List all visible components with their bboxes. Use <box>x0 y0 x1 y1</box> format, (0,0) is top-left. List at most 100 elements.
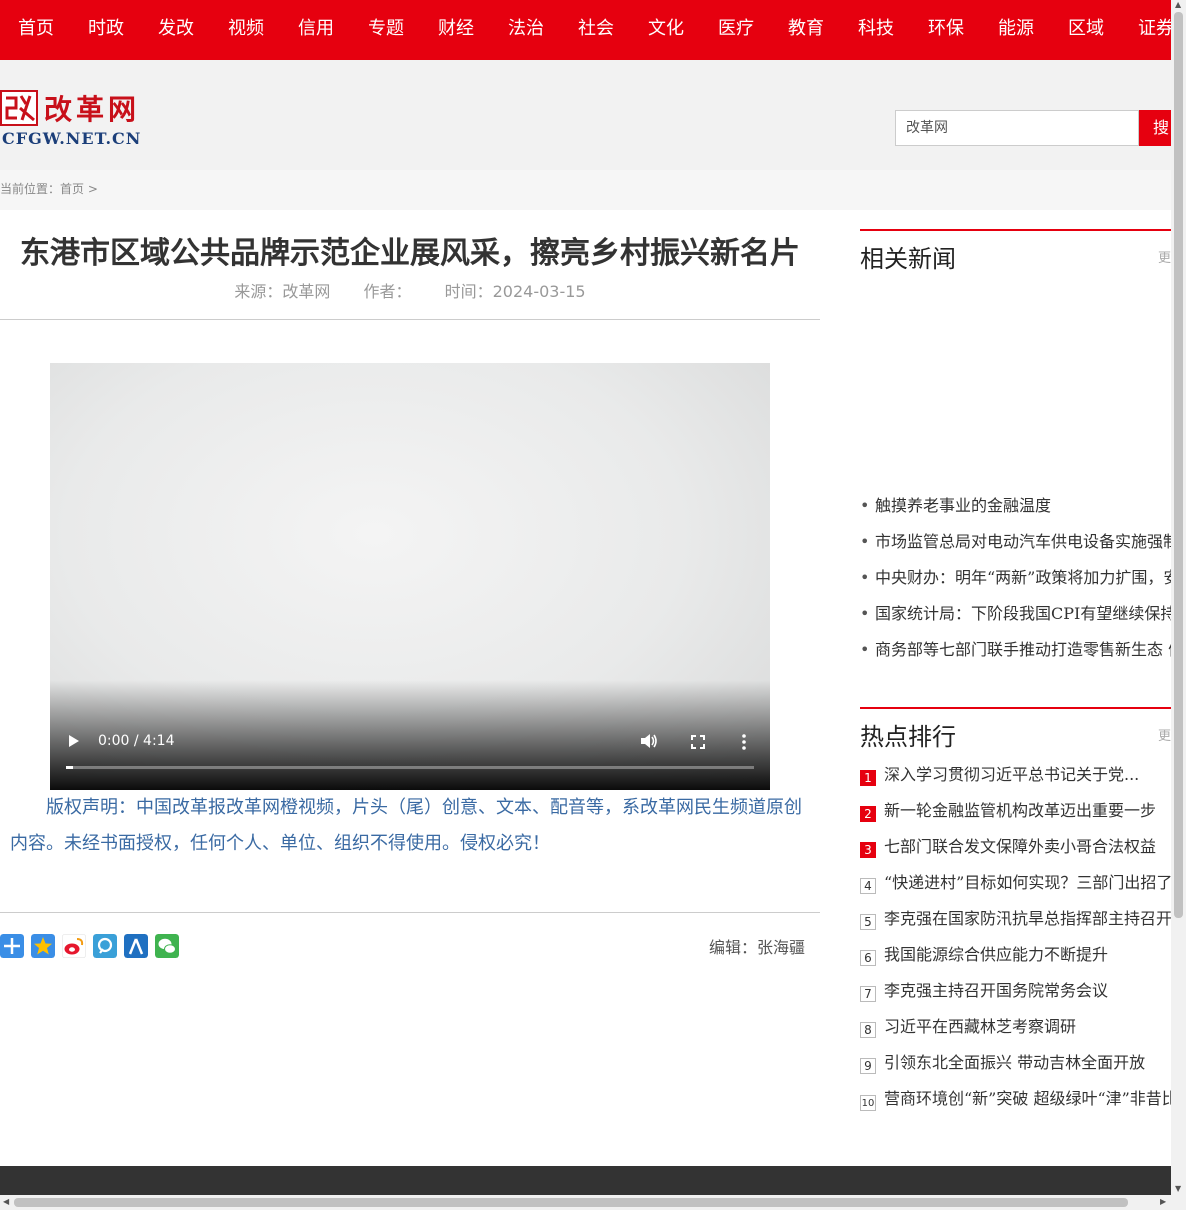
site-header: 改革网 CFGW.NET.CN 改革网 搜 <box>0 60 1179 170</box>
play-icon[interactable] <box>68 734 80 748</box>
page: 首页 时政 发改 视频 信用 专题 财经 法治 社会 文化 医疗 教育 科技 环… <box>0 0 1186 1210</box>
hot-item-link[interactable]: 李克强在国家防汛抗旱总指挥部主持召开会议 <box>884 909 1171 928</box>
nav-item-finance[interactable]: 财经 <box>438 0 474 60</box>
share-plus-icon[interactable] <box>0 934 24 958</box>
tencent-weibo-icon[interactable] <box>93 934 117 958</box>
nav-item-environment[interactable]: 环保 <box>928 0 964 60</box>
related-news-link[interactable]: 触摸养老事业的金融温度 <box>875 496 1051 515</box>
volume-icon[interactable] <box>640 733 658 749</box>
related-news-item[interactable]: • 商务部等七部门联手推动打造零售新生态 催生消费新活力 <box>860 632 1171 668</box>
scroll-up-icon[interactable]: ▲ <box>1175 0 1181 9</box>
article-source: 来源：改革网 <box>234 282 331 301</box>
rank-badge: 7 <box>860 986 876 1002</box>
bullet-icon: • <box>860 532 870 551</box>
weibo-icon[interactable] <box>62 934 86 958</box>
nav-item-securities[interactable]: 证券 <box>1138 0 1171 60</box>
scroll-down-icon[interactable]: ▼ <box>1175 1184 1181 1193</box>
article-author: 作者： <box>363 282 412 301</box>
breadcrumb-label: 当前位置： <box>0 182 61 196</box>
rank-badge: 9 <box>860 1058 876 1074</box>
video-time: 0:00 / 4:14 <box>98 733 175 749</box>
nav-item-politics[interactable]: 时政 <box>88 0 124 60</box>
divider <box>0 912 820 913</box>
nav-item-credit[interactable]: 信用 <box>298 0 334 60</box>
hot-item-link[interactable]: 引领东北全面振兴 带动吉林全面开放 <box>884 1053 1145 1072</box>
logo-title: 改革网 <box>44 93 141 126</box>
hot-item-link[interactable]: 我国能源综合供应能力不断提升 <box>884 945 1108 964</box>
hot-item[interactable]: 3 七部门联合发文保障外卖小哥合法权益 <box>860 829 1171 865</box>
site-logo[interactable]: 改革网 CFGW.NET.CN <box>0 88 160 148</box>
related-news-link[interactable]: 国家统计局：下阶段我国CPI有望继续保持温和回升态势 <box>875 604 1171 623</box>
hot-item[interactable]: 8 习近平在西藏林芝考察调研 <box>860 1009 1171 1045</box>
hot-item-link[interactable]: 新一轮金融监管机构改革迈出重要一步 <box>884 801 1156 820</box>
nav-item-reform[interactable]: 发改 <box>158 0 194 60</box>
rank-badge: 8 <box>860 1022 876 1038</box>
scroll-right-icon[interactable]: ▶ <box>1160 1197 1166 1206</box>
hot-item[interactable]: 10 营商环境创“新”突破 超级绿叶“津”非昔比 <box>860 1081 1171 1117</box>
fullscreen-icon[interactable] <box>691 735 705 749</box>
video-player[interactable]: 0:00 / 4:14 <box>50 363 770 790</box>
hot-item[interactable]: 5 李克强在国家防汛抗旱总指挥部主持召开会议 <box>860 901 1171 937</box>
wechat-icon[interactable] <box>155 934 179 958</box>
hot-item[interactable]: 1 深入学习贯彻习近平总书记关于党... <box>860 757 1171 793</box>
breadcrumb: 当前位置：首页 > <box>0 170 1171 210</box>
hot-item[interactable]: 4 “快递进村”目标如何实现？三部门出招了 <box>860 865 1171 901</box>
rank-badge: 10 <box>860 1095 876 1111</box>
divider <box>0 319 820 320</box>
related-news-title: 相关新闻 <box>860 245 956 273</box>
hot-item-link[interactable]: “快递进村”目标如何实现？三部门出招了 <box>884 873 1171 892</box>
hot-item-link[interactable]: 深入学习贯彻习近平总书记关于党... <box>884 765 1139 784</box>
qzone-icon[interactable] <box>31 934 55 958</box>
horizontal-scroll-thumb[interactable] <box>14 1198 1128 1207</box>
hot-item-link[interactable]: 习近平在西藏林芝考察调研 <box>884 1017 1076 1036</box>
renren-icon[interactable] <box>124 934 148 958</box>
hot-item-link[interactable]: 营商环境创“新”突破 超级绿叶“津”非昔比 <box>884 1089 1171 1108</box>
hot-ranking-section: 热点排行 更 1 深入学习贯彻习近平总书记关于党... 2 新一轮金融监管机构改革迈… <box>860 707 1171 1117</box>
hot-item[interactable]: 6 我国能源综合供应能力不断提升 <box>860 937 1171 973</box>
vertical-scrollbar[interactable]: ▲ ▼ <box>1171 0 1186 1195</box>
related-news-item[interactable]: • 中央财办：明年“两新”政策将加力扩围，安排上更加合理 <box>860 560 1171 596</box>
related-news-item[interactable]: • 国家统计局：下阶段我国CPI有望继续保持温和回升态势 <box>860 596 1171 632</box>
nav-item-topics[interactable]: 专题 <box>368 0 404 60</box>
scroll-left-icon[interactable]: ◀ <box>3 1197 9 1206</box>
copyright-notice: 版权声明：中国改革报改革网橙视频，片头（尾）创意、文本、配音等，系改革网民生频道… <box>10 797 802 854</box>
video-progress-bar[interactable] <box>66 766 754 769</box>
breadcrumb-home[interactable]: 首页 <box>60 182 84 196</box>
hot-item-link[interactable]: 李克强主持召开国务院常务会议 <box>884 981 1108 1000</box>
horizontal-scrollbar[interactable]: ◀ ▶ <box>0 1195 1186 1210</box>
vertical-scroll-thumb[interactable] <box>1174 12 1183 918</box>
nav-item-energy[interactable]: 能源 <box>998 0 1034 60</box>
related-news-section: 相关新闻 更 • 触摸养老事业的金融温度 • 市场监管总局对电动汽车供电设备实施强制… <box>860 229 1171 669</box>
hot-ranking-title: 热点排行 <box>860 723 956 751</box>
search-input[interactable]: 改革网 <box>895 110 1139 146</box>
video-progress-fill <box>66 766 73 769</box>
nav-item-home[interactable]: 首页 <box>18 0 54 60</box>
hot-item[interactable]: 2 新一轮金融监管机构改革迈出重要一步 <box>860 793 1171 829</box>
hot-item-link[interactable]: 七部门联合发文保障外卖小哥合法权益 <box>884 837 1156 856</box>
more-options-icon[interactable] <box>742 734 746 750</box>
nav-item-culture[interactable]: 文化 <box>648 0 684 60</box>
related-news-item[interactable]: • 触摸养老事业的金融温度 <box>860 488 1171 524</box>
nav-item-society[interactable]: 社会 <box>578 0 614 60</box>
related-news-item[interactable]: • 市场监管总局对电动汽车供电设备实施强制性产品认证 <box>860 524 1171 560</box>
nav-item-region[interactable]: 区域 <box>1068 0 1104 60</box>
nav-item-education[interactable]: 教育 <box>788 0 824 60</box>
bullet-icon: • <box>860 640 870 659</box>
rank-badge: 6 <box>860 950 876 966</box>
hot-item[interactable]: 9 引领东北全面振兴 带动吉林全面开放 <box>860 1045 1171 1081</box>
hot-item[interactable]: 7 李克强主持召开国务院常务会议 <box>860 973 1171 1009</box>
related-news-link[interactable]: 市场监管总局对电动汽车供电设备实施强制性产品认证 <box>875 532 1171 551</box>
hot-ranking-more[interactable]: 更 <box>1158 725 1171 744</box>
breadcrumb-separator: > <box>87 182 98 196</box>
nav-item-tech[interactable]: 科技 <box>858 0 894 60</box>
related-news-link[interactable]: 商务部等七部门联手推动打造零售新生态 催生消费新活力 <box>875 640 1171 659</box>
nav-item-video[interactable]: 视频 <box>228 0 264 60</box>
nav-item-medical[interactable]: 医疗 <box>718 0 754 60</box>
related-news-link[interactable]: 中央财办：明年“两新”政策将加力扩围，安排上更加合理 <box>875 568 1171 587</box>
related-news-more[interactable]: 更 <box>1158 247 1171 266</box>
rank-badge: 1 <box>860 770 876 786</box>
logo-subtitle: CFGW.NET.CN <box>2 129 142 148</box>
rank-badge: 2 <box>860 806 876 822</box>
bullet-icon: • <box>860 568 870 587</box>
nav-item-law[interactable]: 法治 <box>508 0 544 60</box>
